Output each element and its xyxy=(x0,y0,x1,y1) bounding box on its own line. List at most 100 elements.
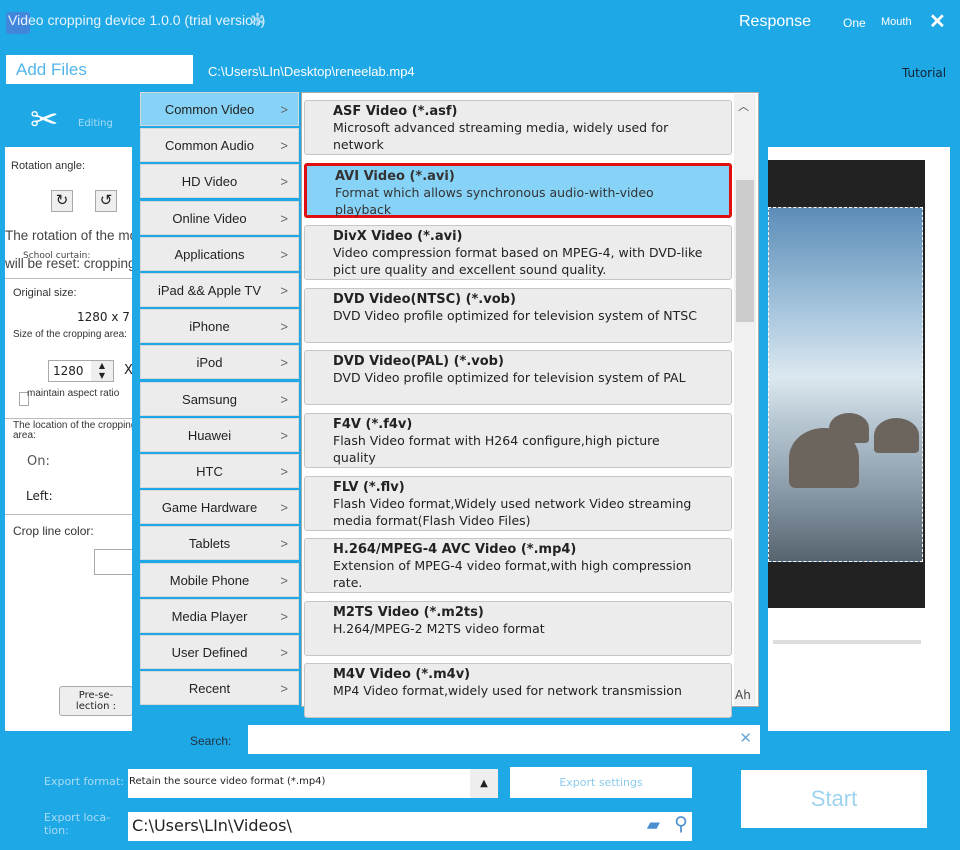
format-item[interactable]: M4V Video (*.m4v) MP4 Video format,widely… xyxy=(304,663,732,719)
one-button[interactable]: One xyxy=(843,16,866,30)
category-label: Tablets xyxy=(188,536,231,552)
format-desc: Flash Video format,Widely used network V… xyxy=(333,495,692,528)
dropdown-arrow-icon[interactable]: ▲ xyxy=(470,769,498,798)
crop-width-stepper[interactable]: 1280 ▲ ▼ xyxy=(48,360,114,382)
category-item[interactable]: iPod > xyxy=(140,345,299,380)
chevron-right-icon: > xyxy=(280,355,288,371)
format-item[interactable]: DVD Video(PAL) (*.vob) DVD Video profile … xyxy=(304,350,732,406)
timeline-slider[interactable] xyxy=(773,640,921,644)
window-title: Video cropping device 1.0.0 (trial versi… xyxy=(8,12,266,28)
format-item[interactable]: ASF Video (*.asf) Microsoft advanced stre… xyxy=(304,100,732,155)
category-label: Game Hardware xyxy=(161,500,258,516)
editing-tab[interactable]: Editing xyxy=(78,118,113,129)
category-item[interactable]: Huawei > xyxy=(140,417,299,452)
format-desc: DVD Video profile optimized for televisi… xyxy=(333,307,697,323)
category-label: Applications xyxy=(174,246,245,262)
format-name: FLV (*.flv) xyxy=(333,479,405,495)
category-label: Recent xyxy=(188,681,231,697)
category-item[interactable]: Media Player > xyxy=(140,598,299,633)
category-item[interactable]: Tablets > xyxy=(140,526,299,561)
export-format-select[interactable]: Retain the source video format (*.mp4) ▲ xyxy=(128,769,498,798)
category-item[interactable]: HTC > xyxy=(140,454,299,488)
chevron-right-icon: > xyxy=(280,608,288,624)
category-item[interactable]: iPhone > xyxy=(140,309,299,344)
format-name: M2TS Video (*.m2ts) xyxy=(333,604,484,620)
search-input[interactable]: ✕ xyxy=(248,725,760,754)
stepper-arrows-icon[interactable]: ▲ ▼ xyxy=(91,361,113,381)
crop-line-color-picker[interactable] xyxy=(94,549,134,575)
rotation-angle-label: Rotation angle: xyxy=(11,160,85,172)
category-item[interactable]: Common Video > xyxy=(140,92,299,126)
rotate-right-button[interactable]: ↻ xyxy=(51,190,73,212)
category-label: Common Audio xyxy=(165,138,254,154)
category-item[interactable]: Mobile Phone > xyxy=(140,562,299,597)
format-item[interactable]: DVD Video(NTSC) (*.vob) DVD Video profile… xyxy=(304,287,732,343)
format-item[interactable]: M2TS Video (*.m2ts) H.264/MPEG-2 M2TS vid… xyxy=(304,600,732,656)
category-label: Media Player xyxy=(171,608,248,624)
format-name: DivX Video (*.avi) xyxy=(333,229,463,245)
category-item[interactable]: HD Video > xyxy=(140,164,299,199)
category-label: Samsung xyxy=(182,391,237,407)
format-desc: Flash Video format with H264 configure,h… xyxy=(333,433,660,465)
mouth-button[interactable]: Mouth xyxy=(881,16,912,28)
format-name: F4V (*.f4v) xyxy=(333,417,413,432)
folder-icon[interactable]: ▰ xyxy=(647,815,660,835)
category-item[interactable]: Recent > xyxy=(140,671,299,706)
scroll-hint: Ah xyxy=(735,688,751,702)
category-item[interactable]: Common Audio > xyxy=(140,128,299,163)
category-item[interactable]: Samsung > xyxy=(140,381,299,416)
format-item[interactable]: H.264/MPEG-4 AVC Video (*.mp4) Extension … xyxy=(304,538,732,594)
export-settings-button[interactable]: Export settings xyxy=(510,767,692,798)
chevron-right-icon: > xyxy=(280,427,288,443)
format-desc: Microsoft advanced streaming media, wide… xyxy=(333,120,669,152)
clear-search-icon[interactable]: ✕ xyxy=(739,729,752,747)
chevron-right-icon: > xyxy=(280,645,288,660)
close-icon[interactable]: ✕ xyxy=(929,9,946,34)
rotate-left-button[interactable]: ↺ xyxy=(95,190,117,212)
preview-frame-image[interactable] xyxy=(768,207,923,562)
format-name: DVD Video(NTSC) (*.vob) xyxy=(333,291,516,307)
preselection-button[interactable]: Pre-se- lection : xyxy=(59,686,133,716)
format-name: AVI Video (*.avi) xyxy=(335,168,455,184)
left-label: Left: xyxy=(26,489,53,503)
start-button[interactable]: Start xyxy=(741,770,927,828)
category-item[interactable]: iPad && Apple TV > xyxy=(140,273,299,307)
category-item[interactable]: Applications > xyxy=(140,236,299,271)
format-desc: Format which allows synchronous audio-wi… xyxy=(335,184,654,217)
original-size-value: 1280 x 7 xyxy=(77,310,130,324)
export-location-value: C:\Users\LIn\Videos\ xyxy=(132,816,292,835)
format-item[interactable]: DivX Video (*.avi) Video compression form… xyxy=(304,225,732,281)
export-format-value: Retain the source video format (*.mp4) xyxy=(129,776,326,787)
export-format-label: Export format: xyxy=(44,775,124,788)
tutorial-link[interactable]: Tutorial xyxy=(902,66,946,80)
category-item[interactable]: Online Video > xyxy=(140,200,299,235)
format-name: M4V Video (*.m4v) xyxy=(333,667,471,683)
scrollbar-thumb[interactable] xyxy=(736,180,754,322)
add-files-button[interactable]: Add Files xyxy=(6,55,193,84)
chevron-right-icon: > xyxy=(280,138,288,154)
format-item[interactable]: AVI Video (*.avi) Format which allows syn… xyxy=(304,162,732,218)
scroll-up-icon[interactable]: ︿ xyxy=(738,98,749,114)
chevron-right-icon: > xyxy=(280,681,288,697)
format-desc: MP4 Video format,widely used for network… xyxy=(333,683,682,699)
export-location-input[interactable]: C:\Users\LIn\Videos\ ▰ ⚲ xyxy=(128,812,692,841)
chevron-right-icon: > xyxy=(280,319,288,335)
settings-gear-icon[interactable]: ✻ xyxy=(250,10,265,31)
format-item[interactable]: F4V (*.f4v) Flash Video format with H264 … xyxy=(304,413,732,468)
format-desc: DVD Video profile optimized for televisi… xyxy=(333,370,686,386)
format-name: H.264/MPEG-4 AVC Video (*.mp4) xyxy=(333,542,577,558)
category-item[interactable]: User Defined > xyxy=(140,635,299,669)
crop-line-color-label: Crop line color: xyxy=(13,524,94,538)
scissors-icon[interactable]: ✂ xyxy=(30,100,59,140)
search-folder-icon[interactable]: ⚲ xyxy=(674,813,688,835)
format-desc: Video compression format based on MPEG-4… xyxy=(333,245,703,278)
response-button[interactable]: Response xyxy=(739,13,811,31)
category-label: iPod xyxy=(196,355,223,371)
format-desc: H.264/MPEG-2 M2TS video format xyxy=(333,620,545,636)
format-item[interactable]: FLV (*.flv) Flash Video format,Widely use… xyxy=(304,475,732,531)
file-path: C:\Users\LIn\Desktop\reneelab.mp4 xyxy=(208,64,415,79)
category-item[interactable]: Game Hardware > xyxy=(140,490,299,525)
chevron-right-icon: > xyxy=(280,246,288,262)
category-label: Online Video xyxy=(172,210,247,226)
search-label: Search: xyxy=(190,734,232,748)
